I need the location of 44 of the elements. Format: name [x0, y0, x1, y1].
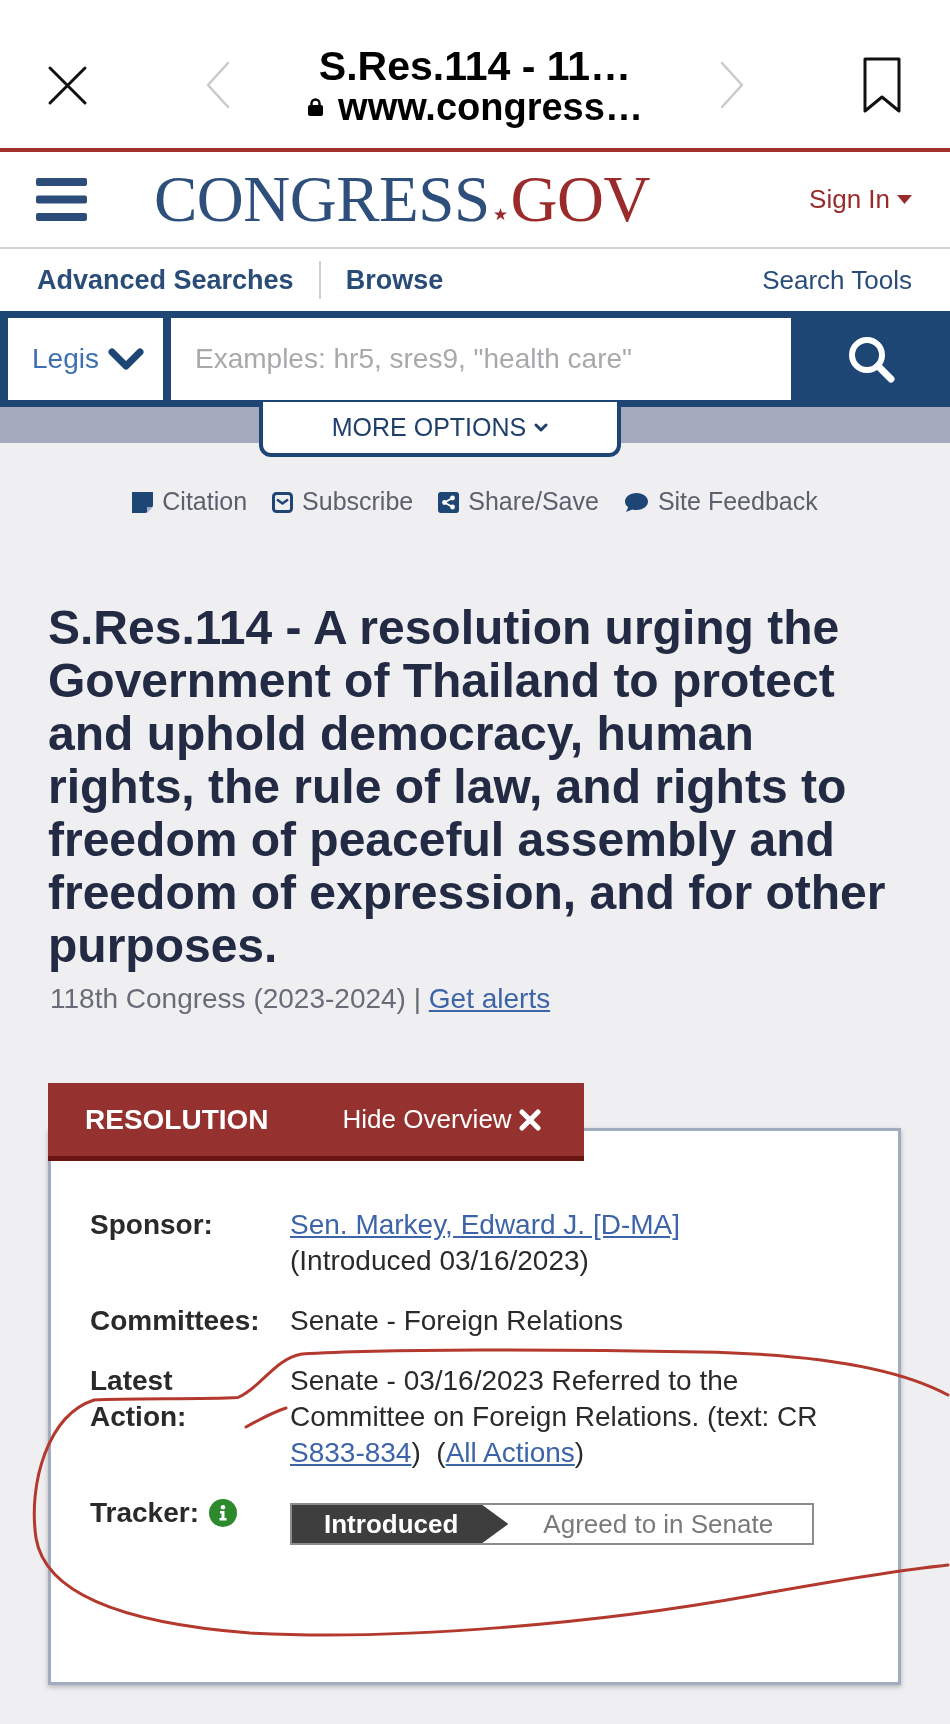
- congress-session: 118th Congress (2023-2024) |: [50, 983, 421, 1014]
- bill-type-label: RESOLUTION: [85, 1102, 269, 1137]
- page-title: S.Res.114 - 11…: [317, 44, 633, 88]
- lock-icon: [307, 98, 325, 116]
- info-icon[interactable]: [208, 1499, 237, 1527]
- field-label: Tracker:: [90, 1496, 199, 1530]
- bill-title: S.Res.114 - A resolution urging the Government of Thailand to protect and uphold democracy, human rights, the rule of law, and rights to freedom of peaceful assembly and freedom of expression, and for other purposes.: [48, 601, 887, 972]
- menu-icon[interactable]: [36, 178, 87, 221]
- field-label: Latest Action:: [90, 1364, 188, 1434]
- nav-link[interactable]: Browse: [345, 259, 444, 301]
- field-value: Senate - Foreign Relations: [290, 1304, 625, 1338]
- page-action-link[interactable]: Citation: [132, 483, 248, 521]
- latest-action-text: Senate - 03/16/2023 Referred to the Committee on Foreign Relations. (text: CR S833-834) (All Actions): [290, 1364, 819, 1470]
- bookmark-icon[interactable]: [862, 56, 902, 114]
- more-options-button[interactable]: MORE OPTIONS: [259, 402, 621, 457]
- site-logo[interactable]: CONGRESS GOV: [154, 167, 650, 232]
- tracker-step: Introduced: [292, 1505, 509, 1543]
- field-label: Sponsor:: [90, 1208, 213, 1242]
- hide-overview-button[interactable]: Hide Overview: [342, 1100, 541, 1139]
- chevron-down-icon: [107, 348, 144, 370]
- sign-in-link[interactable]: Sign In: [809, 180, 912, 219]
- page-action-link[interactable]: Share/Save: [438, 483, 599, 521]
- share-icon: [438, 491, 460, 513]
- chevron-down-icon: [534, 423, 549, 432]
- url-text[interactable]: www.congress…: [338, 88, 643, 126]
- sponsor-link[interactable]: Sen. Markey, Edward J. [D-MA]: [290, 1209, 681, 1240]
- get-alerts-link[interactable]: Get alerts: [428, 983, 551, 1014]
- search-tools-link[interactable]: Search Tools: [762, 260, 912, 300]
- note-icon: [132, 491, 154, 513]
- field-label: Committees:: [90, 1304, 260, 1338]
- search-icon: [846, 335, 895, 383]
- star-icon: [493, 208, 507, 221]
- tracker-step: Agreed to in Senate: [508, 1505, 812, 1543]
- page-action-link[interactable]: Subscribe: [272, 483, 414, 521]
- search-field[interactable]: Examples: hr5, sres9, "health care": [171, 318, 791, 400]
- close-icon: [518, 1108, 541, 1131]
- caret-icon: [897, 195, 912, 204]
- introduced-note: (Introduced 03/16/2023): [290, 1244, 590, 1278]
- nav-link[interactable]: Advanced Searches: [37, 259, 294, 301]
- speech-bubble-icon: [623, 491, 649, 513]
- page-action-link[interactable]: Site Feedback: [623, 483, 818, 521]
- close-icon[interactable]: [47, 64, 88, 106]
- envelope-icon: [272, 491, 294, 513]
- scope-select[interactable]: Legis: [8, 318, 163, 400]
